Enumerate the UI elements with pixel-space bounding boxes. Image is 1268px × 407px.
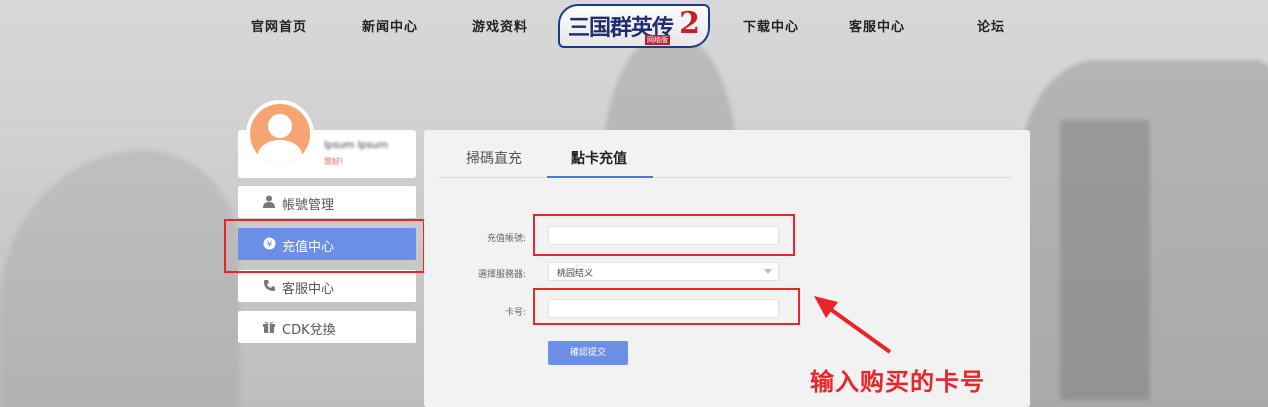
logo-subtitle: 网络版 <box>645 35 670 45</box>
nav-home[interactable]: 官网首页 <box>251 16 307 35</box>
server-label: 選擇服務器: <box>477 270 526 280</box>
tab-qr-recharge[interactable]: 掃碼直充 <box>466 148 522 168</box>
profile-card: lpsum lpsum 您好! <box>238 100 416 178</box>
server-select-value: 桃园结义 <box>557 269 594 279</box>
chevron-down-icon <box>764 269 772 274</box>
server-select[interactable]: 桃园结义 <box>548 262 779 281</box>
tab-card-recharge[interactable]: 點卡充值 <box>571 148 627 168</box>
phone-icon <box>262 279 276 293</box>
sidebar-item-support[interactable]: 客服中心 <box>238 270 416 302</box>
sidebar-item-recharge[interactable]: ¥ 充值中心 <box>238 228 416 260</box>
svg-text:¥: ¥ <box>266 240 272 250</box>
sidebar-item-label: CDK兌換 <box>282 323 336 338</box>
card-number-label: 卡号: <box>504 308 526 318</box>
nav-game-info[interactable]: 游戏资料 <box>472 16 528 35</box>
annotation-arrow-icon <box>814 296 892 354</box>
greeting: 您好! <box>324 157 344 166</box>
user-icon <box>262 195 276 209</box>
sidebar-item-cdk[interactable]: CDK兌換 <box>238 311 416 343</box>
sidebar-item-label: 帳號管理 <box>282 198 335 213</box>
top-navigation: 官网首页 新闻中心 游戏资料 三国群英传 2 网络版 下载中心 客服中心 论坛 <box>0 0 1268 50</box>
tab-divider <box>438 177 1011 178</box>
game-logo[interactable]: 三国群英传 2 网络版 <box>558 4 710 48</box>
gift-icon <box>262 320 276 334</box>
account-label: 充值帳號: <box>486 234 526 244</box>
sidebar-item-label: 充值中心 <box>282 240 335 255</box>
nav-forum[interactable]: 论坛 <box>977 16 1005 35</box>
active-tab-indicator <box>547 176 653 178</box>
annotation-text: 输入购买的卡号 <box>810 368 985 396</box>
nav-download[interactable]: 下载中心 <box>743 16 799 35</box>
card-number-input[interactable] <box>548 299 779 318</box>
nav-news[interactable]: 新闻中心 <box>362 16 418 35</box>
sidebar-item-account[interactable]: 帳號管理 <box>238 186 416 218</box>
yen-coin-icon: ¥ <box>262 237 276 251</box>
username: lpsum lpsum <box>324 140 389 151</box>
account-input[interactable] <box>548 226 779 245</box>
submit-button[interactable]: 確認提交 <box>548 341 628 365</box>
sidebar-item-label: 客服中心 <box>282 282 335 297</box>
avatar[interactable] <box>246 100 314 168</box>
logo-number: 2 <box>679 6 700 41</box>
nav-support[interactable]: 客服中心 <box>849 16 905 35</box>
